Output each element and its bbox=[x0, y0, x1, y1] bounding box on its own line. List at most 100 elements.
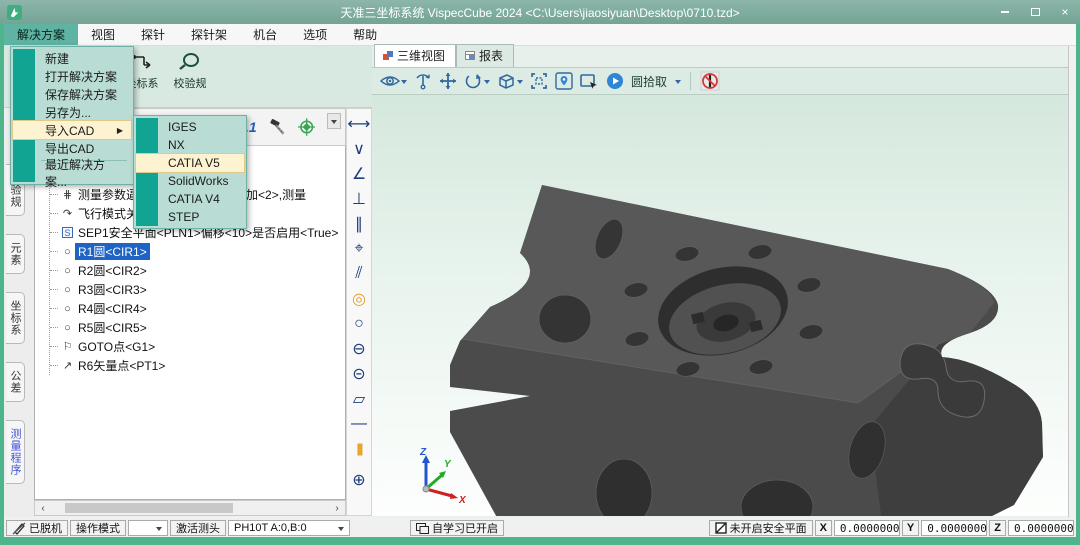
datum-target-icon[interactable] bbox=[298, 118, 315, 136]
machine-status: 已脱机 bbox=[6, 520, 68, 536]
menu-machine[interactable]: 机台 bbox=[240, 24, 290, 45]
menu-probe[interactable]: 探针 bbox=[128, 24, 178, 45]
menu-item-export-cad[interactable]: 导出CAD bbox=[13, 139, 131, 157]
tree-item-circle-r3[interactable]: ○ R3圆<CIR3> bbox=[50, 280, 345, 299]
chevron-down-icon bbox=[484, 80, 490, 87]
self-learn-button[interactable]: 自学习已开启 bbox=[410, 520, 504, 536]
tree-item-circle-r2[interactable]: ○ R2圆<CIR2> bbox=[50, 261, 345, 280]
menu-item-import-cad[interactable]: 导入CAD ▶ bbox=[13, 121, 131, 139]
menu-item-save-solution[interactable]: 保存解决方案 bbox=[13, 85, 131, 103]
angle-between-icon[interactable]: ∠ bbox=[347, 161, 371, 186]
pick-mode-label[interactable]: 圆拾取 bbox=[631, 73, 667, 90]
tab-tolerance[interactable]: 公差 bbox=[6, 362, 25, 402]
operation-mode-select[interactable] bbox=[128, 520, 168, 536]
symmetry-icon[interactable]: ⊖ bbox=[347, 336, 371, 361]
chevron-down-icon bbox=[338, 527, 344, 534]
tree-item-circle-r1[interactable]: ○ R1圆<CIR1> bbox=[50, 242, 345, 261]
true-position-icon[interactable]: ⊕ bbox=[347, 467, 371, 492]
parallel-lines-icon[interactable]: ||| bbox=[347, 436, 371, 461]
active-probe-select[interactable]: PH10T A:0,B:0 bbox=[228, 520, 350, 536]
menu-view[interactable]: 视图 bbox=[78, 24, 128, 45]
minimize-button[interactable] bbox=[990, 0, 1020, 24]
angle-icon[interactable]: ∨ bbox=[347, 136, 371, 161]
gauge-check-button[interactable]: 校验规 bbox=[170, 52, 210, 107]
submenu-item-catia-v4[interactable]: CATIA V4 bbox=[136, 190, 244, 208]
runout-icon[interactable]: ⊝ bbox=[347, 361, 371, 386]
operation-mode-label: 操作模式 bbox=[70, 520, 126, 536]
chevron-down-icon[interactable] bbox=[675, 80, 681, 87]
parallelism-icon[interactable]: ∥ bbox=[347, 211, 371, 236]
self-learn-icon bbox=[416, 523, 429, 534]
menu-solution[interactable]: 解决方案 bbox=[4, 24, 78, 45]
vector-point-icon: ↗ bbox=[60, 359, 75, 372]
tree-item-vector-point[interactable]: ↗ R6矢量点<PT1> bbox=[50, 356, 345, 375]
status-bar: 已脱机 操作模式 激活测头 PH10T A:0,B:0 自学习已开启 bbox=[4, 519, 1076, 537]
distance-icon[interactable]: ⟷ bbox=[347, 111, 371, 136]
scroll-right-arrow[interactable]: › bbox=[329, 503, 345, 514]
chevron-down-icon bbox=[156, 527, 162, 534]
menu-item-new[interactable]: 新建 bbox=[13, 49, 131, 67]
submenu-item-step[interactable]: STEP bbox=[136, 208, 244, 226]
maximize-icon bbox=[1031, 8, 1040, 16]
toolbar-overflow-button[interactable] bbox=[327, 113, 341, 129]
roundness-icon[interactable]: ○ bbox=[347, 311, 371, 336]
tree-item-goto[interactable]: ⚐ GOTO点<G1> bbox=[50, 337, 345, 356]
scrollbar-thumb[interactable] bbox=[65, 503, 233, 513]
submenu-item-catia-v5[interactable]: CATIA V5 bbox=[136, 154, 244, 172]
concentricity-icon[interactable]: ◎ bbox=[347, 286, 371, 311]
y-axis-label: Y bbox=[902, 520, 919, 536]
submenu-item-nx[interactable]: NX bbox=[136, 136, 244, 154]
view-cube-button[interactable] bbox=[497, 72, 523, 90]
zoom-fit-button[interactable] bbox=[530, 72, 548, 90]
menu-item-open-solution[interactable]: 打开解决方案 bbox=[13, 67, 131, 85]
submenu-item-iges[interactable]: IGES bbox=[136, 118, 244, 136]
rotate-view-button[interactable] bbox=[464, 72, 490, 90]
play-icon bbox=[606, 72, 624, 90]
straightness-icon[interactable]: — bbox=[347, 411, 371, 436]
tab-3d-view[interactable]: 三维视图 bbox=[374, 44, 456, 67]
probe-display-toggle[interactable] bbox=[700, 71, 720, 91]
pan-button[interactable] bbox=[439, 72, 457, 90]
tab-coordinate-system[interactable]: 坐标系 bbox=[6, 292, 25, 344]
scroll-left-arrow[interactable]: ‹ bbox=[35, 503, 51, 514]
close-button[interactable]: × bbox=[1050, 0, 1080, 24]
circle-icon: ○ bbox=[60, 246, 75, 258]
viewport-3d[interactable]: Z Y X bbox=[372, 95, 1068, 516]
tab-report[interactable]: 报表 bbox=[456, 44, 514, 67]
orbit-button[interactable] bbox=[414, 72, 432, 90]
tree-item-label: R6矢量点<PT1> bbox=[75, 357, 168, 374]
menu-probe-rack[interactable]: 探针架 bbox=[178, 24, 240, 45]
menu-bar: 解决方案 视图 探针 探针架 机台 选项 帮助 bbox=[4, 24, 1076, 46]
submenu-arrow-icon: ▶ bbox=[117, 126, 123, 135]
rotate-view-icon bbox=[464, 72, 483, 90]
magnifier-icon bbox=[178, 52, 202, 72]
window-select-button[interactable] bbox=[580, 73, 599, 89]
locate-button[interactable] bbox=[555, 72, 573, 90]
hammer-icon[interactable] bbox=[269, 118, 286, 136]
view-visibility-button[interactable] bbox=[380, 74, 407, 88]
tree-item-circle-r4[interactable]: ○ R4圆<CIR4> bbox=[50, 299, 345, 318]
probe-disabled-icon bbox=[700, 71, 720, 91]
import-cad-submenu: IGES NX CATIA V5 SolidWorks CATIA V4 STE… bbox=[133, 115, 247, 229]
tab-measure-program[interactable]: 测量程序 bbox=[6, 420, 25, 484]
menu-help[interactable]: 帮助 bbox=[340, 24, 390, 45]
minimize-icon bbox=[1001, 11, 1009, 13]
maximize-button[interactable] bbox=[1020, 0, 1050, 24]
pick-mode-button[interactable] bbox=[606, 72, 624, 90]
tree-item-circle-r5[interactable]: ○ R5圆<CIR5> bbox=[50, 318, 345, 337]
solution-menu-dropdown: 新建 打开解决方案 保存解决方案 另存为... 导入CAD ▶ 导出CAD 最近… bbox=[10, 46, 134, 185]
menu-item-save-as[interactable]: 另存为... bbox=[13, 103, 131, 121]
menu-options[interactable]: 选项 bbox=[290, 24, 340, 45]
offline-probe-icon bbox=[12, 522, 26, 535]
cad-part-model[interactable] bbox=[372, 95, 1068, 516]
perpendicularity-icon[interactable]: ⊥ bbox=[347, 186, 371, 211]
menu-item-recent-solutions[interactable]: 最近解决方案... bbox=[13, 164, 131, 182]
submenu-item-solidworks[interactable]: SolidWorks bbox=[136, 172, 244, 190]
angularity-icon[interactable]: ⫽ bbox=[347, 261, 371, 286]
tab-elements[interactable]: 元素 bbox=[6, 234, 25, 274]
pan-icon bbox=[439, 72, 457, 90]
flatness-icon[interactable]: ▱ bbox=[347, 386, 371, 411]
circle-icon: ○ bbox=[60, 284, 75, 296]
tree-hscrollbar[interactable]: ‹ › bbox=[34, 500, 346, 516]
position-icon[interactable]: ⌖ bbox=[347, 236, 371, 261]
